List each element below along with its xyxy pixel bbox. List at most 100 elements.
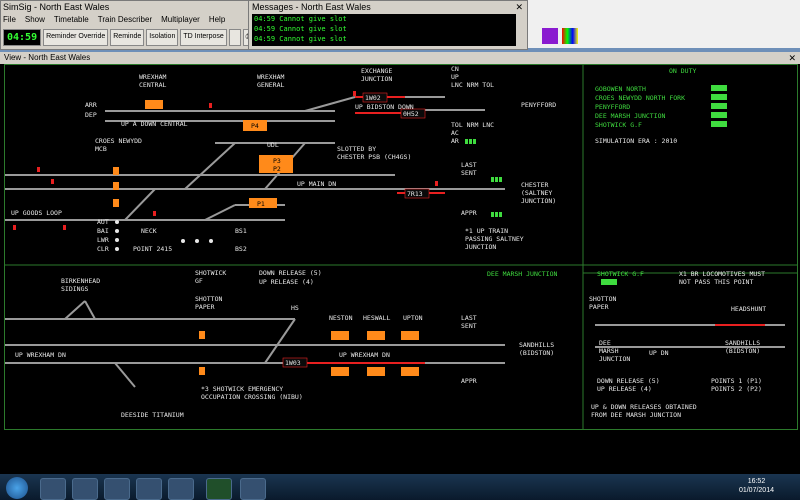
on-duty-item: DEE MARSH JUNCTION xyxy=(595,112,666,120)
label-neck: NECK xyxy=(141,227,157,235)
label-up-wrexham-dn: UP WREXHAM DN xyxy=(339,351,390,359)
shotwick-gf-indicator xyxy=(601,279,617,285)
label-wrexham-general: WREXHAM GENERAL xyxy=(257,73,284,89)
ie-icon[interactable] xyxy=(40,478,66,500)
view-window-title: View - North East Wales xyxy=(0,52,800,64)
color-swatch xyxy=(542,28,558,44)
label-neston: NESTON xyxy=(329,314,353,322)
label-arr: ARR xyxy=(85,101,97,109)
tray-date: 01/07/2014 xyxy=(738,487,774,494)
label-sandhills-right: SANDHILLS (BIDSTON) xyxy=(725,339,760,355)
menu-train-describer[interactable]: Train Describer xyxy=(98,15,152,24)
background-window xyxy=(528,0,800,48)
label-birkenhead-sidings: BIRKENHEAD SIDINGS xyxy=(61,277,100,293)
label-up-train-saltney: *1 UP TRAIN PASSING SALTNEY JUNCTION xyxy=(465,227,524,251)
label-dep: DEP xyxy=(85,111,97,119)
tray-time: 16:52 xyxy=(747,478,766,485)
label-shotwick-emergency: *3 SHOTWICK EMERGENCY OCCUPATION CROSSING… xyxy=(201,385,303,401)
br-loco-note: X1 BR LOCOMOTIVES MUST NOT PASS THIS POIN… xyxy=(679,270,765,286)
messages-window-title: Messages - North East Wales xyxy=(252,2,371,12)
clock-display: 04:59 xyxy=(3,29,42,46)
message-line: 04:59 Cannot give slot xyxy=(254,25,347,33)
label-aut: AUT xyxy=(97,218,109,226)
reminder-button[interactable]: Reminde xyxy=(110,29,145,46)
label-slotted-by: SLOTTED BY CHESTER PSB (CH4GS) xyxy=(337,145,411,161)
label-up-goods-loop: UP GOODS LOOP xyxy=(11,209,62,217)
message-line: 04:59 Cannot give slot xyxy=(254,15,347,23)
label-points-1: POINTS 1 (P1) xyxy=(711,377,762,385)
on-duty-indicators xyxy=(711,85,727,127)
on-duty-item: CROES NEWYDD NORTH FORK xyxy=(595,94,685,102)
label-last-sent-lower: LAST SENT xyxy=(461,314,477,330)
label-bs2: BS2 xyxy=(235,245,247,253)
platform-label: P2 xyxy=(273,165,281,173)
platform-label: P1 xyxy=(257,200,265,208)
blank-button[interactable] xyxy=(228,29,241,46)
label-headshunt: HEADSHUNT xyxy=(731,305,766,313)
platform-block xyxy=(113,182,119,190)
on-duty-list: GOBOWEN NORTH CROES NEWYDD NORTH FORK PE… xyxy=(595,85,685,129)
isolation-button[interactable]: Isolation xyxy=(146,29,179,46)
label-sandhills: SANDHILLS (BIDSTON) xyxy=(519,341,554,357)
label-up-wrexham-dn: UP WREXHAM DN xyxy=(15,351,66,359)
menu-help[interactable]: Help xyxy=(209,15,225,24)
label-last-sent: LAST SENT xyxy=(461,161,477,177)
label-penyffordd: PENYFFORD xyxy=(521,101,556,109)
messages-close-icon[interactable]: ✕ xyxy=(515,2,523,13)
firefox-icon[interactable] xyxy=(136,478,162,500)
color-swatch xyxy=(562,28,578,44)
messages-list[interactable]: 04:59 Cannot give slot 04:59 Cannot give… xyxy=(252,14,516,46)
label-hs: HS xyxy=(291,304,299,312)
label-clr: CLR xyxy=(97,245,109,253)
system-clock[interactable]: 16:52 01/07/2014 xyxy=(739,477,774,495)
simsig-menu-bar: File Show Timetable Train Describer Mult… xyxy=(3,15,225,24)
platform-label: P4 xyxy=(251,122,259,130)
signalling-panel[interactable]: 1W02 0H52 7R13 P4 P3 P2 P1 WREXHAM CENTRA… xyxy=(4,64,798,430)
reminder-override-button[interactable]: Reminder Override xyxy=(43,29,109,46)
td-interpose-button[interactable]: TD Interpose xyxy=(180,29,227,46)
label-chester-saltney: CHESTER (SALTNEY JUNCTION) xyxy=(521,181,556,205)
menu-file[interactable]: File xyxy=(3,15,16,24)
label-up-release-right: UP RELEASE (4) xyxy=(597,385,652,393)
label-exchange-junction: EXCHANGE JUNCTION xyxy=(361,67,392,83)
start-button[interactable] xyxy=(6,477,28,499)
label-up-bidston-down: UP BIDSTON DOWN xyxy=(355,103,414,111)
label-point-2415: POINT 2415 xyxy=(133,245,172,253)
label-up: UP xyxy=(451,73,459,81)
label-apprk: APPR xyxy=(461,209,477,217)
train-id-1w03: 1W03 xyxy=(285,359,301,367)
label-appr-lower: APPR xyxy=(461,377,477,385)
app-icon[interactable] xyxy=(240,478,266,500)
label-down-release-right: DOWN RELEASE (5) xyxy=(597,377,660,385)
app-icon[interactable] xyxy=(168,478,194,500)
on-duty-header: ON DUTY xyxy=(669,67,696,75)
folder-icon[interactable] xyxy=(72,478,98,500)
label-up-down-central: UP A DOWN CENTRAL xyxy=(121,120,188,128)
simulation-era: SIMULATION ERA : 2010 xyxy=(595,137,677,145)
train-id-0h52: 0H52 xyxy=(403,110,419,118)
simsig-main-window: SimSig - North East Wales File Show Time… xyxy=(0,0,255,50)
platform-label: P3 xyxy=(273,157,281,165)
label-croes-newydd-mcb: CROES NEWYDD MCB xyxy=(95,137,142,153)
media-player-icon[interactable] xyxy=(104,478,130,500)
simsig-task-icon[interactable] xyxy=(206,478,232,500)
label-wrexham-central: WREXHAM CENTRAL xyxy=(139,73,166,89)
simsig-window-title: SimSig - North East Wales xyxy=(3,2,110,12)
on-duty-item: GOBOWEN NORTH xyxy=(595,85,646,93)
green-indicators xyxy=(465,139,502,217)
label-ar: AR xyxy=(451,137,459,145)
track-network-lower xyxy=(5,300,785,388)
panel-diagram[interactable]: 1W02 0H52 7R13 P4 P3 P2 P1 WREXHAM CENTRA… xyxy=(5,65,797,429)
shotwick-gf-header: SHOTWICK G.F xyxy=(597,270,644,278)
menu-show[interactable]: Show xyxy=(25,15,45,24)
platform-block xyxy=(145,100,163,109)
view-close-icon[interactable]: ✕ xyxy=(788,53,796,64)
label-udl: UDL xyxy=(267,141,279,149)
messages-window: Messages - North East Wales ✕ 04:59 Cann… xyxy=(248,0,528,50)
menu-timetable[interactable]: Timetable xyxy=(54,15,89,24)
label-shotwick-gf: SHOTWICK GF xyxy=(195,269,226,285)
on-duty-item: PENYFFORD xyxy=(595,103,630,111)
label-lwr: LWR xyxy=(97,236,109,244)
menu-multiplayer[interactable]: Multiplayer xyxy=(161,15,200,24)
message-line: 04:59 Cannot give slot xyxy=(254,35,347,43)
